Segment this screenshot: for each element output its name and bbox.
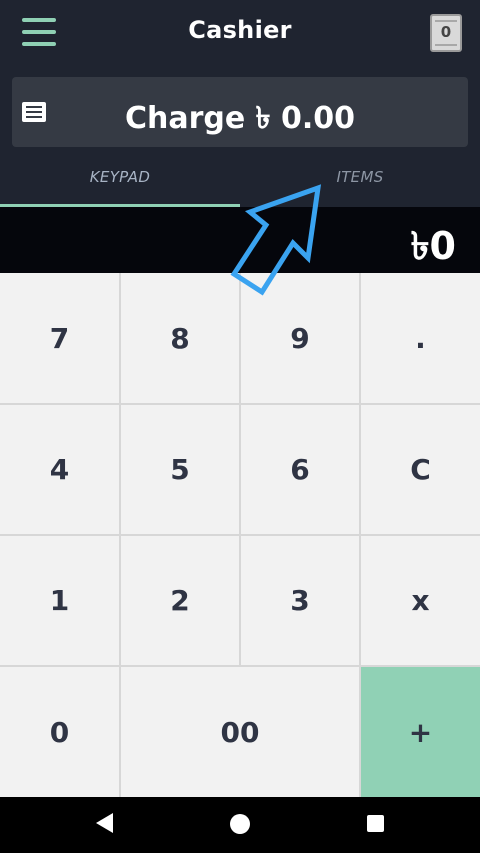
- receipt-icon[interactable]: 0: [428, 12, 464, 54]
- amount-value: ৳0: [410, 224, 456, 268]
- key-6[interactable]: 6: [241, 405, 359, 534]
- key-1[interactable]: 1: [0, 536, 119, 665]
- key-decimal[interactable]: .: [361, 273, 480, 403]
- app-bar: Cashier 0 Charge ৳ 0.00 KEYPAD ITEMS: [0, 0, 480, 207]
- key-00[interactable]: 00: [121, 667, 359, 797]
- tab-items-label: ITEMS: [336, 168, 384, 186]
- charge-button[interactable]: Charge ৳ 0.00: [12, 77, 468, 147]
- back-triangle-icon[interactable]: [96, 813, 113, 833]
- page-title: Cashier: [188, 16, 292, 44]
- recents-square-icon[interactable]: [367, 815, 384, 832]
- key-multiply[interactable]: x: [361, 536, 480, 665]
- key-3[interactable]: 3: [241, 536, 359, 665]
- key-9[interactable]: 9: [241, 273, 359, 403]
- charge-label: Charge ৳ 0.00: [124, 101, 356, 136]
- key-8[interactable]: 8: [121, 273, 239, 403]
- amount-display: ৳0: [0, 207, 480, 273]
- key-0[interactable]: 0: [0, 667, 119, 797]
- key-4[interactable]: 4: [0, 405, 119, 534]
- tab-keypad-label: KEYPAD: [89, 168, 151, 186]
- keypad: 7 8 9 . 4 5 6 C 1 2 3 x 0 00 +: [0, 273, 480, 797]
- receipt-count-badge: 0: [440, 23, 452, 41]
- key-2[interactable]: 2: [121, 536, 239, 665]
- key-7[interactable]: 7: [0, 273, 119, 403]
- tab-items[interactable]: ITEMS: [240, 160, 480, 207]
- key-clear[interactable]: C: [361, 405, 480, 534]
- system-navigation-bar: [0, 797, 480, 853]
- key-5[interactable]: 5: [121, 405, 239, 534]
- home-circle-icon[interactable]: [230, 814, 250, 834]
- key-add[interactable]: +: [361, 667, 480, 797]
- tab-keypad[interactable]: KEYPAD: [0, 160, 240, 207]
